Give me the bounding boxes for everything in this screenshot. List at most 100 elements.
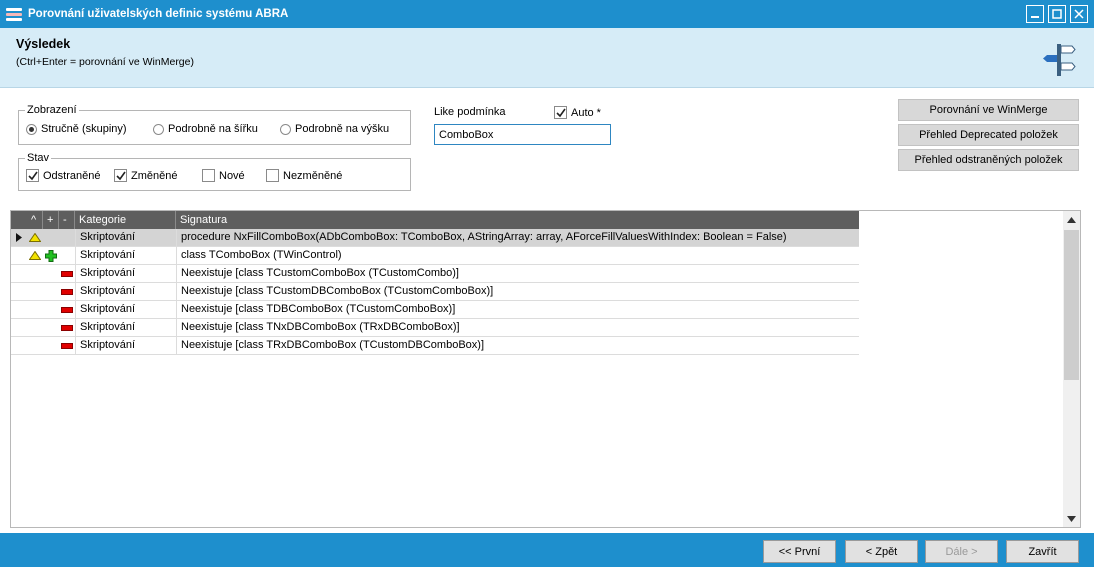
- triangle-down-icon: [1067, 515, 1076, 522]
- added-cell: [43, 247, 59, 264]
- checkbox-box: [202, 169, 215, 182]
- removed-minus-icon: [61, 306, 73, 313]
- radio-podrobne-vysku-label: Podrobně na výšku: [295, 123, 390, 135]
- added-cell: [43, 265, 59, 282]
- close-dialog-button[interactable]: Zavřít: [1006, 540, 1079, 563]
- row-pointer-cell: [11, 319, 27, 336]
- vertical-scrollbar[interactable]: [1063, 211, 1080, 527]
- like-label: Like podmínka: [434, 106, 506, 118]
- checkbox-nove-label: Nové: [219, 169, 245, 182]
- row-category: Skriptování: [75, 247, 176, 264]
- changed-cell: [27, 229, 43, 246]
- table-row[interactable]: Skriptování Neexistuje [class TCustomComb…: [11, 265, 859, 283]
- checkbox-auto-label: Auto *: [571, 106, 601, 119]
- col-header-up[interactable]: ^: [27, 211, 43, 229]
- removed-minus-icon: [61, 324, 73, 331]
- back-button[interactable]: < Zpět: [845, 540, 918, 563]
- window-titlebar: Porovnání uživatelských definic systému …: [0, 0, 1094, 28]
- row-signature: Neexistuje [class TCustomDBComboBox (TCu…: [176, 283, 859, 300]
- removed-minus-icon: [61, 288, 73, 295]
- removed-cell: [59, 283, 75, 300]
- col-header-minus[interactable]: -: [59, 211, 75, 229]
- winmerge-button[interactable]: Porovnání ve WinMerge: [898, 99, 1079, 121]
- checkbox-nezmenene[interactable]: Nezměněné: [266, 169, 342, 182]
- added-cell: [43, 301, 59, 318]
- deprecated-overview-button[interactable]: Přehled Deprecated položek: [898, 124, 1079, 146]
- row-signature: procedure NxFillComboBox(ADbComboBox: TC…: [176, 229, 859, 246]
- table-row[interactable]: Skriptování class TComboBox (TWinControl): [11, 247, 859, 265]
- added-cell: [43, 337, 59, 354]
- row-signature: class TComboBox (TWinControl): [176, 247, 859, 264]
- grid-header: ^ + - Kategorie Signatura: [11, 211, 859, 229]
- row-category: Skriptování: [75, 265, 176, 282]
- checkbox-box: [26, 169, 39, 182]
- checkbox-box: [266, 169, 279, 182]
- col-header-signature[interactable]: Signatura: [176, 211, 859, 229]
- scroll-up-arrow[interactable]: [1063, 211, 1080, 228]
- next-button[interactable]: Dále >: [925, 540, 998, 563]
- page-title: Výsledek: [16, 37, 71, 51]
- radio-indicator: [153, 123, 164, 135]
- removed-cell: [59, 265, 75, 282]
- changed-cell: [27, 247, 43, 264]
- checkmark-icon: [27, 171, 38, 180]
- col-header-plus[interactable]: +: [43, 211, 59, 229]
- radio-podrobne-vysku[interactable]: Podrobně na výšku: [280, 123, 389, 135]
- checkbox-odstranene[interactable]: Odstraněné: [26, 169, 100, 182]
- close-button[interactable]: [1070, 5, 1088, 23]
- checkbox-auto[interactable]: Auto *: [554, 106, 601, 119]
- row-category: Skriptování: [75, 301, 176, 318]
- table-row[interactable]: Skriptování Neexistuje [class TNxDBComboB…: [11, 319, 859, 337]
- window-title: Porovnání uživatelských definic systému …: [28, 8, 289, 20]
- scroll-down-arrow[interactable]: [1063, 510, 1080, 527]
- radio-strucne[interactable]: Stručně (skupiny): [26, 123, 127, 135]
- minimize-button[interactable]: [1026, 5, 1044, 23]
- changed-cell: [27, 283, 43, 300]
- added-cell: [43, 319, 59, 336]
- radio-selected-indicator: [26, 123, 37, 135]
- checkbox-zmenene-label: Změněné: [131, 169, 178, 182]
- checkbox-box: [114, 169, 127, 182]
- radio-strucne-label: Stručně (skupiny): [41, 123, 127, 135]
- table-row[interactable]: Skriptování procedure NxFillComboBox(ADbC…: [11, 229, 859, 247]
- close-icon: [1074, 9, 1084, 19]
- checkbox-box: [554, 106, 567, 119]
- abra-app-icon: [6, 6, 22, 22]
- radio-podrobne-sirku[interactable]: Podrobně na šířku: [153, 123, 258, 135]
- table-row[interactable]: Skriptování Neexistuje [class TRxDBComboB…: [11, 337, 859, 355]
- changed-cell: [27, 301, 43, 318]
- row-pointer-cell: [11, 301, 27, 318]
- changed-cell: [27, 319, 43, 336]
- checkbox-nove[interactable]: Nové: [202, 169, 245, 182]
- row-pointer-cell: [11, 283, 27, 300]
- bottom-strip: [0, 567, 1094, 575]
- radio-podrobne-sirku-label: Podrobně na šířku: [168, 123, 258, 135]
- like-condition-input[interactable]: [434, 124, 611, 145]
- changed-cell: [27, 265, 43, 282]
- stav-legend: Stav: [27, 152, 50, 164]
- row-category: Skriptování: [75, 319, 176, 336]
- col-header-category[interactable]: Kategorie: [75, 211, 176, 229]
- table-row[interactable]: Skriptování Neexistuje [class TCustomDBCo…: [11, 283, 859, 301]
- table-row[interactable]: Skriptování Neexistuje [class TDBComboBox…: [11, 301, 859, 319]
- first-button[interactable]: << První: [763, 540, 836, 563]
- scrollbar-thumb[interactable]: [1064, 230, 1079, 380]
- added-plus-icon: [45, 249, 57, 262]
- changed-triangle-icon: [29, 233, 41, 242]
- added-cell: [43, 283, 59, 300]
- removed-cell: [59, 301, 75, 318]
- signpost-icon: [1043, 44, 1076, 76]
- maximize-button[interactable]: [1048, 5, 1066, 23]
- row-category: Skriptování: [75, 283, 176, 300]
- row-signature: Neexistuje [class TCustomComboBox (TCust…: [176, 265, 859, 282]
- results-grid[interactable]: ^ + - Kategorie Signatura Skriptování pro…: [10, 210, 1081, 528]
- checkbox-zmenene[interactable]: Změněné: [114, 169, 177, 182]
- changed-cell: [27, 337, 43, 354]
- row-pointer-icon: [16, 233, 22, 242]
- changed-triangle-icon: [29, 251, 41, 260]
- removed-overview-button[interactable]: Přehled odstraněných položek: [898, 149, 1079, 171]
- page-subtitle: (Ctrl+Enter = porovnání ve WinMerge): [16, 56, 194, 68]
- row-category: Skriptování: [75, 337, 176, 354]
- minimize-icon: [1031, 16, 1039, 18]
- removed-cell: [59, 247, 75, 264]
